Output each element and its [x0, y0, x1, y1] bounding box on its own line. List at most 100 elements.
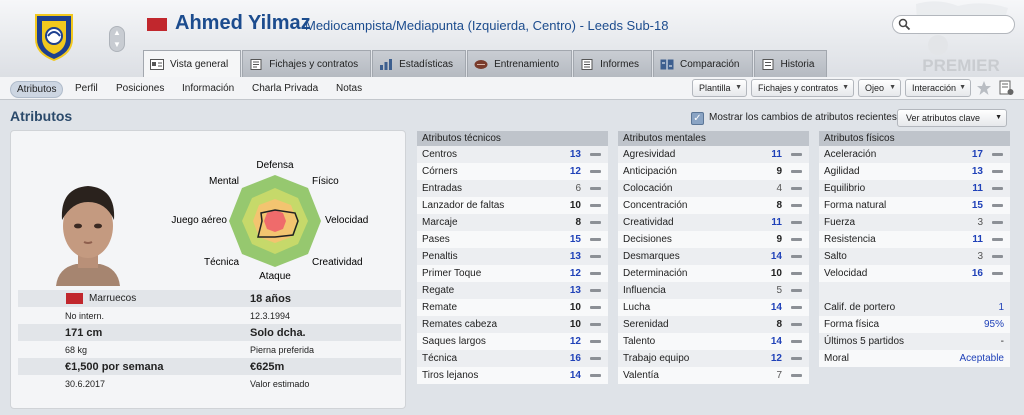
star-icon[interactable]: [976, 80, 992, 96]
attribute-value: 9: [776, 166, 782, 177]
premier-league-badge: PREMIER: [916, 1, 1008, 75]
attribute-value: 4: [776, 183, 782, 194]
subnav-perfil[interactable]: Perfil: [69, 81, 104, 96]
attribute-row-lanzador-de-faltas[interactable]: Lanzador de faltas 10: [417, 197, 608, 214]
attribute-trend-icon: [992, 255, 1003, 258]
nationality-value[interactable]: Marruecos: [89, 293, 136, 304]
attribute-row-equilibrio[interactable]: Equilibrio 11: [819, 180, 1010, 197]
attribute-row-anticipacion[interactable]: Anticipación 9: [618, 163, 809, 180]
attribute-row-tecnica[interactable]: Técnica 16: [417, 350, 608, 367]
attribute-trend-icon: [590, 323, 601, 326]
attribute-name: Remate: [422, 302, 458, 313]
attribute-trend-icon: [590, 289, 601, 292]
player-switch-stepper[interactable]: ▲ ▼: [109, 26, 125, 52]
attribute-row-velocidad[interactable]: Velocidad 16: [819, 265, 1010, 282]
recent-changes-label[interactable]: Mostrar los cambios de atributos recient…: [709, 112, 897, 123]
attribute-row-entradas[interactable]: Entradas 6: [417, 180, 608, 197]
tab-stats[interactable]: Estadísticas: [372, 50, 467, 77]
info-row-wage: €1,500 por semana €625m: [18, 358, 401, 375]
attribute-trend-icon: [590, 238, 601, 241]
attribute-name: Talento: [623, 336, 656, 347]
radar-label-mental: Mental: [209, 176, 239, 187]
attribute-row-corners[interactable]: Córners 12: [417, 163, 608, 180]
physical-attributes-heading: Atributos físicos: [819, 131, 1010, 146]
attribute-row-agilidad[interactable]: Agilidad 13: [819, 163, 1010, 180]
attribute-trend-icon: [590, 306, 601, 309]
attribute-row-salto[interactable]: Salto 3: [819, 248, 1010, 265]
attribute-value: 10: [569, 302, 581, 313]
tab-reports[interactable]: Informes: [573, 50, 653, 77]
attribute-row-desmarques[interactable]: Desmarques 14: [618, 248, 809, 265]
attribute-name: Desmarques: [623, 251, 680, 262]
attribute-row-calif-de-portero[interactable]: Calif. de portero 1: [819, 299, 1010, 316]
attribute-name: Velocidad: [824, 268, 868, 279]
attribute-name: Tiros lejanos: [422, 370, 479, 381]
attribute-row-penaltis[interactable]: Penaltis 13: [417, 248, 608, 265]
physical-attributes-panel: Atributos físicos Aceleración 17 Agilidad 1…: [819, 131, 1010, 367]
attribute-row-forma-natural[interactable]: Forma natural 15: [819, 197, 1010, 214]
next-player-icon[interactable]: ▼: [110, 39, 124, 51]
contract-icon: [250, 58, 262, 70]
tab-overview[interactable]: Vista general: [143, 50, 242, 78]
attribute-value: 95%: [983, 319, 1004, 330]
player-name[interactable]: Ahmed Yilmaz: [175, 12, 311, 35]
attribute-name: Concentración: [623, 200, 688, 211]
attribute-row-moral[interactable]: Moral Aceptable: [819, 350, 1010, 367]
height-value: 171 cm: [65, 326, 103, 339]
attribute-row-influencia[interactable]: Influencia 5: [618, 282, 809, 299]
tab-compare[interactable]: Comparación: [653, 50, 753, 77]
tab-contracts[interactable]: Fichajes y contratos: [242, 50, 372, 77]
attribute-value: 6: [575, 183, 581, 194]
attribute-row-decisiones[interactable]: Decisiones 9: [618, 231, 809, 248]
attribute-trend-icon: [992, 204, 1003, 207]
attribute-row-fuerza[interactable]: Fuerza 3: [819, 214, 1010, 231]
attribute-row-creatividad[interactable]: Creatividad 11: [618, 214, 809, 231]
recent-changes-checkbox[interactable]: ✓: [691, 112, 704, 125]
overview-icon: [150, 59, 164, 70]
scouting-dropdown[interactable]: Ojeo: [858, 79, 901, 97]
attribute-row-concentracion[interactable]: Concentración 8: [618, 197, 809, 214]
subnav-notas[interactable]: Notas: [330, 81, 368, 96]
attribute-row-saques-largos[interactable]: Saques largos 12: [417, 333, 608, 350]
attribute-value: 11: [771, 149, 782, 160]
attribute-row-regate[interactable]: Regate 13: [417, 282, 608, 299]
attribute-row-pases[interactable]: Pases 15: [417, 231, 608, 248]
attribute-row-marcaje[interactable]: Marcaje 8: [417, 214, 608, 231]
attribute-row-determinacion[interactable]: Determinación 10: [618, 265, 809, 282]
attribute-row-tiros-lejanos[interactable]: Tiros lejanos 14: [417, 367, 608, 384]
key-attributes-dropdown[interactable]: Ver atributos clave: [897, 109, 1007, 127]
subnav-informacion[interactable]: Información: [176, 81, 240, 96]
attribute-name: Influencia: [623, 285, 666, 296]
player-role[interactable]: Mediocampista/Mediapunta (Izquierda, Cen…: [305, 18, 668, 33]
attribute-row-talento[interactable]: Talento 14: [618, 333, 809, 350]
subnav-charla-privada[interactable]: Charla Privada: [246, 81, 324, 96]
attribute-row-agresividad[interactable]: Agresividad 11: [618, 146, 809, 163]
search-input[interactable]: [892, 15, 1015, 34]
tab-training[interactable]: Entrenamiento: [467, 50, 573, 77]
attribute-trend-icon: [791, 221, 802, 224]
attribute-row-colocacion[interactable]: Colocación 4: [618, 180, 809, 197]
attribute-row-valentia[interactable]: Valentía 7: [618, 367, 809, 384]
club-crest-icon: [35, 14, 73, 61]
interaction-dropdown[interactable]: Interacción: [905, 79, 971, 97]
attribute-row-trabajo-equipo[interactable]: Trabajo equipo 12: [618, 350, 809, 367]
attribute-row-ultimos-5-partidos[interactable]: Últimos 5 partidos -: [819, 333, 1010, 350]
subnav-atributos[interactable]: Atributos: [10, 81, 64, 98]
attribute-row-centros[interactable]: Centros 13: [417, 146, 608, 163]
squad-dropdown[interactable]: Plantilla: [692, 79, 747, 97]
attribute-row-aceleracion[interactable]: Aceleración 17: [819, 146, 1010, 163]
attribute-row-resistencia[interactable]: Resistencia 11: [819, 231, 1010, 248]
sub-navigation: Atributos Perfil Posiciones Información …: [0, 77, 1024, 100]
attribute-row-primer-toque[interactable]: Primer Toque 12: [417, 265, 608, 282]
transfers-dropdown[interactable]: Fichajes y contratos: [751, 79, 854, 97]
subnav-posiciones[interactable]: Posiciones: [110, 81, 170, 96]
attribute-row-serenidad[interactable]: Serenidad 8: [618, 316, 809, 333]
attribute-row-remate[interactable]: Remate 10: [417, 299, 608, 316]
attribute-row-forma-fisica[interactable]: Forma física 95%: [819, 316, 1010, 333]
attribute-value: Aceptable: [959, 353, 1004, 364]
previous-player-icon[interactable]: ▲: [110, 27, 124, 39]
add-note-icon[interactable]: [998, 80, 1014, 96]
attribute-row-remates-cabeza[interactable]: Remates cabeza 10: [417, 316, 608, 333]
attribute-row-lucha[interactable]: Lucha 14: [618, 299, 809, 316]
tab-history[interactable]: Historia: [753, 50, 828, 77]
